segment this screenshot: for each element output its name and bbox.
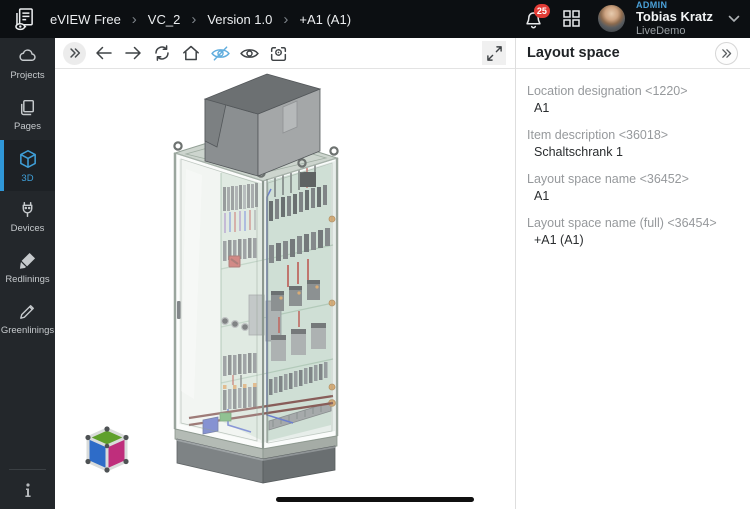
side-glass-panel <box>263 158 337 449</box>
topbar-actions: 25 ADMIN Tobias Kratz LiveDemo <box>522 0 740 38</box>
toggle-visibility-button[interactable] <box>238 42 260 64</box>
property-row: Item description <36018> Schaltschrank 1 <box>527 128 738 159</box>
breadcrumb-item[interactable]: Version 1.0 <box>207 12 272 27</box>
sidebar-item-greenlinings[interactable]: Greenlinings <box>0 293 55 344</box>
home-view-button[interactable] <box>180 42 202 64</box>
property-label: Item description <36018> <box>527 128 738 142</box>
chevron-down-icon[interactable] <box>728 14 740 24</box>
sidebar-footer <box>9 469 46 509</box>
plug-icon <box>17 199 38 220</box>
notification-badge: 25 <box>534 4 550 18</box>
topbar: eVIEW Free › VC_2 › Version 1.0 › +A1 (A… <box>0 0 750 38</box>
front-glass-door <box>175 153 263 449</box>
breadcrumb-item[interactable]: eVIEW Free <box>50 12 121 27</box>
property-value: A1 <box>527 189 738 203</box>
property-label: Location designation <1220> <box>527 84 738 98</box>
panel-body: Location designation <1220> A1 Item desc… <box>516 69 750 247</box>
chevrons-right-icon <box>68 46 82 60</box>
breadcrumb-separator: › <box>132 12 137 27</box>
sidebar-item-redlinings[interactable]: Redlinings <box>0 242 55 293</box>
eye-off-icon <box>210 43 231 64</box>
properties-panel: Layout space Location designation <1220>… <box>515 38 750 509</box>
pencil-icon <box>17 301 38 322</box>
eview-logo[interactable] <box>8 6 40 32</box>
cube-icon <box>17 148 39 170</box>
pages-icon <box>17 97 38 118</box>
forward-button[interactable] <box>122 42 144 64</box>
property-row: Layout space name <36452> A1 <box>527 172 738 203</box>
property-value: A1 <box>527 101 738 115</box>
user-workspace: LiveDemo <box>636 25 713 38</box>
sidebar-item-label: Greenlinings <box>1 325 54 336</box>
sidebar-item-label: Redlinings <box>5 274 49 285</box>
sidebar-item-3d[interactable]: 3D <box>0 140 55 191</box>
viewer <box>55 38 515 509</box>
sidebar-item-label: Projects <box>10 70 44 81</box>
sidebar-item-devices[interactable]: Devices <box>0 191 55 242</box>
refresh-button[interactable] <box>151 42 173 64</box>
avatar[interactable] <box>598 5 625 32</box>
eye-icon <box>239 43 260 64</box>
collapse-panel-button[interactable] <box>715 42 738 65</box>
viewer-toolbar <box>55 38 515 69</box>
arrow-right-icon <box>123 43 143 63</box>
snapshot-settings-button[interactable] <box>267 42 289 64</box>
toggle-hidden-items-button[interactable] <box>209 42 231 64</box>
sidebar-item-pages[interactable]: Pages <box>0 89 55 140</box>
eview-app: eVIEW Free › VC_2 › Version 1.0 › +A1 (A… <box>0 0 750 509</box>
snapshot-gear-icon <box>268 43 289 64</box>
breadcrumb: eVIEW Free › VC_2 › Version 1.0 › +A1 (A… <box>50 12 351 27</box>
sidebar: Projects Pages 3D Devices <box>0 38 55 509</box>
notifications-button[interactable]: 25 <box>522 6 546 32</box>
apps-grid-button[interactable] <box>561 8 583 30</box>
property-value: Schaltschrank 1 <box>527 145 738 159</box>
user-info[interactable]: ADMIN Tobias Kratz LiveDemo <box>636 0 713 38</box>
cloud-icon <box>17 46 38 67</box>
property-label: Layout space name (full) <36454> <box>527 216 738 230</box>
property-row: Location designation <1220> A1 <box>527 84 738 115</box>
sidebar-item-label: Devices <box>11 223 45 234</box>
property-value: +A1 (A1) <box>527 233 738 247</box>
expand-view-button[interactable] <box>482 41 506 65</box>
breadcrumb-separator: › <box>191 12 196 27</box>
breadcrumb-item[interactable]: +A1 (A1) <box>299 12 351 27</box>
expand-icon <box>486 45 503 62</box>
panel-title: Layout space <box>527 45 620 61</box>
marker-icon <box>17 250 38 271</box>
home-icon <box>181 43 201 63</box>
door-handle <box>177 301 181 319</box>
sidebar-item-label: Pages <box>14 121 41 132</box>
eview-logo-icon <box>11 6 37 32</box>
sidebar-item-projects[interactable]: Projects <box>0 38 55 89</box>
chevrons-right-icon <box>720 47 733 60</box>
refresh-icon <box>152 43 172 63</box>
collapse-toolbar-button[interactable] <box>63 42 86 65</box>
breadcrumb-separator: › <box>283 12 288 27</box>
apps-grid-icon <box>562 9 581 28</box>
breadcrumb-item[interactable]: VC_2 <box>148 12 181 27</box>
panel-header: Layout space <box>516 38 750 69</box>
arrow-left-icon <box>94 43 114 63</box>
3d-viewport[interactable] <box>55 69 515 508</box>
property-row: Layout space name (full) <36454> +A1 (A1… <box>527 216 738 247</box>
sidebar-item-label: 3D <box>21 173 33 184</box>
user-name: Tobias Kratz <box>636 10 713 25</box>
info-icon[interactable] <box>21 482 35 498</box>
property-label: Layout space name <36452> <box>527 172 738 186</box>
horizontal-scrollbar[interactable] <box>276 497 474 502</box>
view-cube[interactable] <box>84 426 130 474</box>
back-button[interactable] <box>93 42 115 64</box>
